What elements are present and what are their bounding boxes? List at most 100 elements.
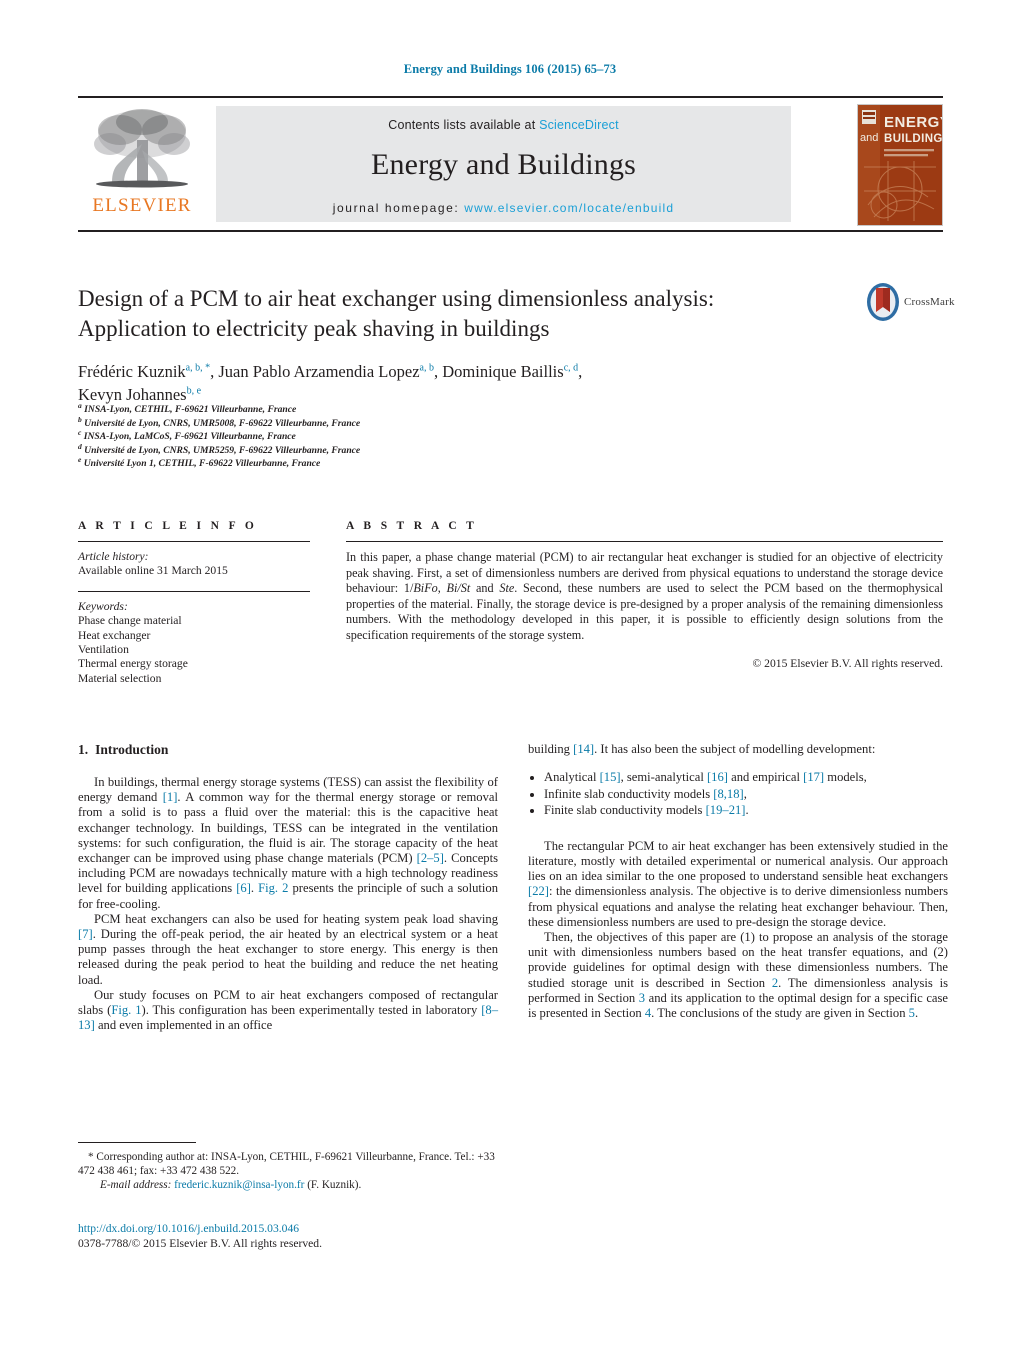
author-name: Frédéric Kuznik	[78, 362, 186, 381]
affiliation-item: b Université de Lyon, CNRS, UMR5008, F-6…	[78, 414, 678, 431]
paper-page: Energy and Buildings 106 (2015) 65–73 EL…	[0, 0, 1020, 1351]
journal-masthead: ELSEVIER Contents lists available at Sci…	[78, 96, 943, 232]
affiliation-mark: c	[78, 428, 82, 437]
keyword-item: Heat exchanger	[78, 628, 151, 642]
email-link[interactable]: frederic.kuznik@insa-lyon.fr	[174, 1179, 304, 1191]
keyword-item: Ventilation	[78, 643, 129, 657]
divider	[78, 590, 310, 592]
keywords-list: Phase change material Heat exchanger Ven…	[78, 614, 310, 686]
article-history-value: Available online 31 March 2015	[78, 564, 228, 578]
keywords-label: Keywords:	[78, 599, 128, 613]
title-line-2: Application to electricity peak shaving …	[78, 316, 550, 341]
email-label: E-mail address:	[100, 1179, 172, 1191]
svg-text:ENERGY: ENERGY	[884, 114, 942, 131]
journal-title: Energy and Buildings	[370, 148, 637, 181]
abstract-symbol-bist: Bi/St	[446, 581, 471, 596]
svg-text:BUILDINGS: BUILDINGS	[884, 133, 942, 145]
doi-link[interactable]: http://dx.doi.org/10.1016/j.enbuild.2015…	[78, 1222, 508, 1237]
corresponding-author-footnote: * Corresponding author at: INSA-Lyon, CE…	[78, 1142, 498, 1192]
keywords-block: Keywords: Phase change material Heat exc…	[78, 600, 310, 686]
divider	[78, 541, 310, 542]
author-marks: b, e	[186, 385, 202, 397]
crossmark-label: CrossMark	[904, 296, 955, 308]
section-label: Introduction	[95, 742, 169, 757]
paragraph: Our study focuses on PCM to air heat exc…	[78, 987, 499, 1033]
paragraph: building [14]. It has also been the subj…	[528, 742, 876, 756]
abstract-copyright: © 2015 Elsevier B.V. All rights reserved…	[752, 656, 943, 670]
abstract-symbol-ste: Ste	[499, 581, 515, 596]
affiliation-mark: a	[78, 400, 82, 410]
list-item: Finite slab conductivity models [19–21].	[544, 802, 948, 819]
keyword-item: Material selection	[78, 671, 162, 685]
affiliation-text: Université Lyon 1, CETHIL, F-69622 Ville…	[83, 458, 321, 470]
keyword-item: Thermal energy storage	[78, 657, 188, 671]
sciencedirect-link[interactable]: ScienceDirect	[539, 118, 619, 132]
abstract-section: A B S T R A C T In this paper, a phase c…	[346, 520, 943, 670]
affiliation-text: Université de Lyon, CNRS, UMR5259, F-696…	[84, 444, 361, 456]
corresponding-author-text: Corresponding author at: INSA-Lyon, CETH…	[78, 1151, 495, 1177]
affiliation-text: INSA-Lyon, CETHIL, F-69621 Villeurbanne,…	[84, 404, 297, 415]
abstract-symbol-bifo: BiFo	[413, 581, 438, 596]
crossmark-icon	[867, 283, 899, 321]
body-column-left: 1. Introduction In buildings, thermal ene…	[78, 742, 498, 1033]
affiliation-item: a INSA-Lyon, CETHIL, F-69621 Villeurbann…	[78, 400, 678, 417]
contents-prefix: Contents lists available at	[388, 118, 536, 132]
affiliation-text: INSA-Lyon, LaMCoS, F-69621 Villeurbanne,…	[83, 431, 296, 443]
author-marks: c, d	[563, 362, 579, 374]
article-history: Article history: Available online 31 Mar…	[78, 550, 310, 579]
author-marks: a, b	[419, 362, 434, 374]
paragraph: Then, the objectives of this paper are (…	[528, 929, 948, 1020]
crossmark-badge[interactable]: CrossMark	[864, 282, 955, 326]
abstract-text: In this paper, a phase change material (…	[346, 550, 943, 644]
affiliation-mark: e	[78, 455, 82, 465]
divider	[346, 541, 943, 542]
affiliation-item: d Université de Lyon, CNRS, UMR5259, F-6…	[78, 441, 678, 458]
journal-homepage-link[interactable]: www.elsevier.com/locate/enbuild	[464, 201, 674, 215]
paragraph: In buildings, thermal energy storage sys…	[78, 775, 498, 911]
abstract-part-2: ,	[437, 581, 447, 596]
email-owner: (F. Kuznik).	[307, 1179, 362, 1191]
paragraph: PCM heat exchangers can also be used for…	[78, 911, 498, 987]
body-column-right: building [14]. It has also been the subj…	[528, 742, 948, 1021]
journal-cover-art: ENERGY and BUILDINGS	[858, 105, 942, 225]
running-head: Energy and Buildings 106 (2015) 65–73	[403, 62, 617, 76]
affiliation-mark: d	[78, 441, 82, 451]
abstract-part-3: and	[470, 581, 500, 596]
issn-copyright-line: 0378-7788/© 2015 Elsevier B.V. All right…	[78, 1236, 322, 1250]
elsevier-wordmark: ELSEVIER	[92, 195, 192, 216]
affiliations-list: a INSA-Lyon, CETHIL, F-69621 Villeurbann…	[78, 400, 678, 471]
model-type-list: Analytical [15], semi-analytical [16] an…	[528, 769, 948, 819]
page-title: Design of a PCM to air heat exchanger us…	[78, 284, 868, 344]
elsevier-logo: ELSEVIER	[78, 104, 206, 224]
doi-issn-block: http://dx.doi.org/10.1016/j.enbuild.2015…	[78, 1222, 508, 1251]
keyword-item: Phase change material	[78, 614, 182, 628]
footnote-body: * Corresponding author at: INSA-Lyon, CE…	[78, 1150, 498, 1192]
svg-text:and: and	[860, 132, 878, 144]
title-and-authors: Design of a PCM to air heat exchanger us…	[78, 284, 868, 406]
section-number: 1.	[78, 742, 89, 757]
author-list: Frédéric Kuznika, b, *, Juan Pablo Arzam…	[78, 362, 583, 404]
list-item: Infinite slab conductivity models [8,18]…	[544, 786, 948, 803]
journal-header-box: Contents lists available at ScienceDirec…	[216, 106, 791, 222]
section-heading-introduction: 1. Introduction	[78, 742, 498, 758]
paragraph: The rectangular PCM to air heat exchange…	[528, 838, 948, 929]
author-marks: a, b, *	[185, 362, 211, 374]
affiliation-item: c INSA-Lyon, LaMCoS, F-69621 Villeurbann…	[78, 428, 678, 444]
title-line-1: Design of a PCM to air heat exchanger us…	[78, 286, 715, 311]
author-name: Juan Pablo Arzamendia Lopez	[218, 362, 420, 381]
journal-cover-thumbnail: ENERGY and BUILDINGS	[857, 104, 943, 226]
footnote-divider	[78, 1142, 196, 1143]
journal-homepage-line: journal homepage: www.elsevier.com/locat…	[216, 201, 791, 215]
article-info-section: A R T I C L E I N F O Article history: A…	[78, 520, 310, 686]
elsevier-tree-icon	[94, 109, 190, 188]
author-name: Dominique Baillis	[442, 362, 564, 381]
abstract-heading: A B S T R A C T	[346, 520, 478, 532]
author-name: Kevyn Johannes	[78, 385, 187, 404]
affiliation-item: e Université Lyon 1, CETHIL, F-69622 Vil…	[78, 455, 678, 471]
article-history-label: Article history:	[78, 550, 149, 563]
list-item: Analytical [15], semi-analytical [16] an…	[544, 769, 948, 786]
affiliation-text: Université de Lyon, CNRS, UMR5008, F-696…	[84, 417, 361, 429]
affiliation-mark: b	[78, 414, 82, 424]
homepage-prefix: journal homepage:	[332, 201, 460, 215]
contents-list-line: Contents lists available at ScienceDirec…	[216, 106, 791, 132]
